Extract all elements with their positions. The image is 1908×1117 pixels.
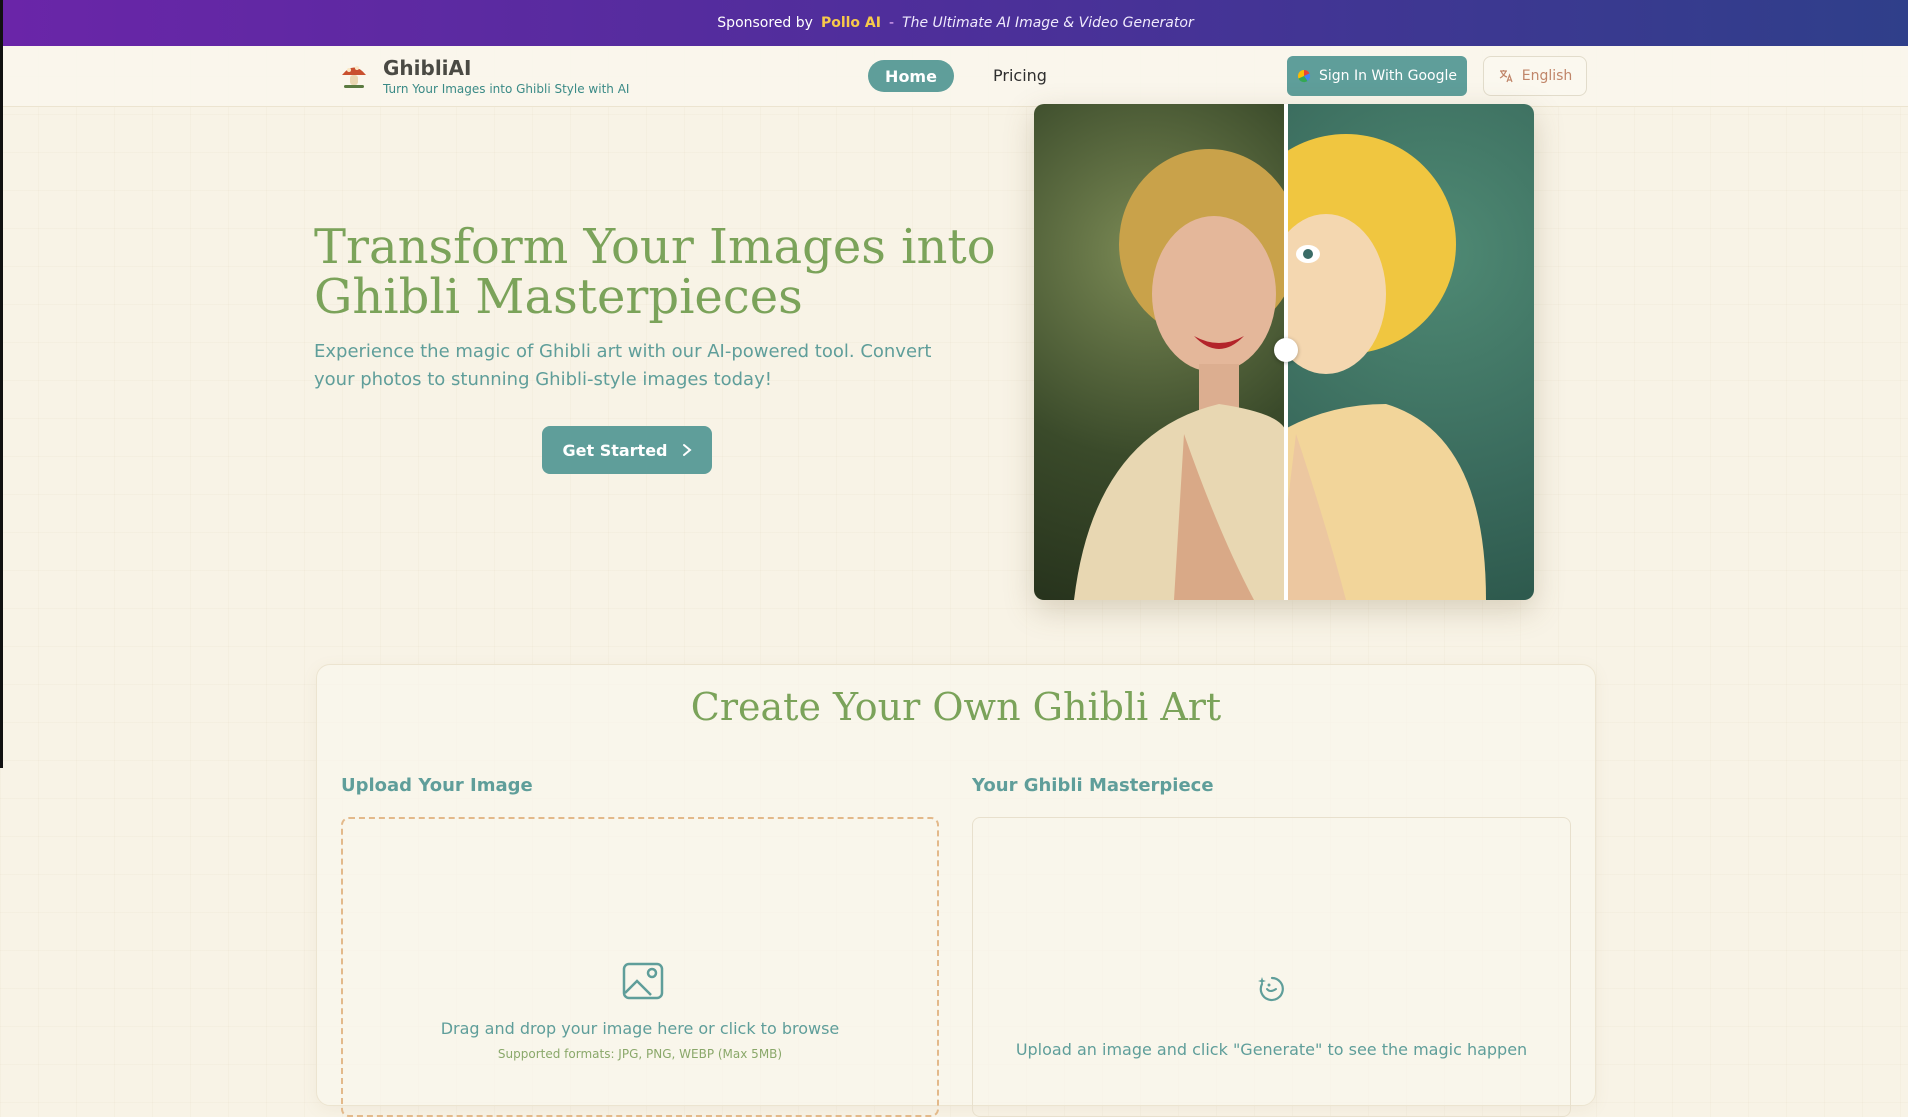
after-ghibli-image [1236, 104, 1534, 600]
sponsor-brand-link[interactable]: Pollo AI [821, 15, 881, 31]
hero-title: Transform Your Images into Ghibli Master… [314, 219, 996, 325]
google-icon [1297, 69, 1311, 83]
window-edge [0, 0, 3, 768]
logo-subtitle: Turn Your Images into Ghibli Style with … [383, 82, 630, 96]
translate-icon [1499, 70, 1513, 83]
chevron-right-icon [682, 444, 692, 456]
create-section: Create Your Own Ghibli Art Upload Your I… [316, 664, 1596, 1117]
sponsor-separator: - [888, 15, 895, 31]
comparison-slider-handle[interactable] [1274, 338, 1298, 362]
result-placeholder: Upload an image and click "Generate" to … [1015, 1040, 1528, 1059]
result-panel: Upload an image and click "Generate" to … [972, 817, 1571, 1117]
sponsor-tagline: The Ultimate AI Image & Video Generator [902, 15, 1194, 31]
language-label: English [1521, 68, 1573, 84]
get-started-button[interactable]: Get Started [542, 426, 712, 474]
sign-in-label: Sign In With Google [1318, 68, 1458, 84]
magic-wand-icon [1258, 976, 1284, 1002]
sign-in-google-button[interactable]: Sign In With Google [1287, 56, 1467, 96]
before-after-comparison[interactable] [1034, 104, 1534, 600]
ghibli-portrait-illustration [1236, 134, 1486, 600]
image-drop-zone[interactable]: Drag and drop your image here or click t… [341, 817, 939, 1117]
get-started-label: Get Started [562, 440, 668, 460]
nav-home[interactable]: Home [868, 60, 954, 92]
result-label: Your Ghibli Masterpiece [972, 775, 1214, 796]
portrait-photo-illustration [1074, 149, 1299, 600]
upload-label: Upload Your Image [341, 775, 533, 796]
drop-instructions: Drag and drop your image here or click t… [440, 1019, 840, 1038]
language-selector[interactable]: English [1483, 56, 1587, 96]
nav-pricing[interactable]: Pricing [993, 66, 1047, 85]
site-header: GhibliAI Turn Your Images into Ghibli St… [3, 46, 1908, 107]
create-title: Create Your Own Ghibli Art [690, 685, 1222, 729]
image-upload-icon [622, 962, 664, 1000]
mushroom-logo-icon[interactable] [339, 60, 369, 90]
sponsor-prefix: Sponsored by [717, 15, 813, 31]
logo-title[interactable]: GhibliAI [383, 56, 471, 80]
sponsor-bar[interactable]: Sponsored by Pollo AI - The Ultimate AI … [3, 0, 1908, 46]
hero-subtitle: Experience the magic of Ghibli art with … [314, 341, 932, 390]
supported-formats: Supported formats: JPG, PNG, WEBP (Max 5… [497, 1047, 783, 1061]
before-photo [1034, 104, 1299, 600]
